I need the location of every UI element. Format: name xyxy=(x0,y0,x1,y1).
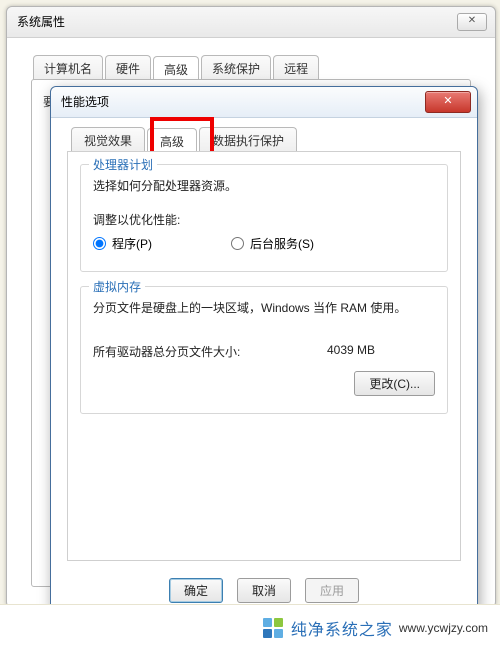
performance-options-title: 性能选项 xyxy=(61,95,109,109)
brand-logo-icon xyxy=(263,618,283,638)
radio-programs[interactable]: 程序(P) xyxy=(93,235,152,252)
optimize-label: 调整以优化性能: xyxy=(93,211,180,228)
performance-options-close-button[interactable]: ✕ xyxy=(425,91,471,113)
cancel-button[interactable]: 取消 xyxy=(237,578,291,603)
radio-background-input[interactable] xyxy=(231,237,244,250)
vm-total-label: 所有驱动器总分页文件大小: xyxy=(93,343,240,360)
close-icon: ✕ xyxy=(468,15,476,26)
system-properties-titlebar[interactable]: 系统属性 ✕ xyxy=(7,7,495,38)
radio-background[interactable]: 后台服务(S) xyxy=(231,235,314,252)
performance-options-titlebar[interactable]: 性能选项 ✕ xyxy=(51,87,477,118)
radio-programs-input[interactable] xyxy=(93,237,106,250)
radio-programs-label: 程序(P) xyxy=(112,235,152,252)
radio-background-label: 后台服务(S) xyxy=(250,235,314,252)
change-button[interactable]: 更改(C)... xyxy=(354,371,435,396)
system-properties-close-button[interactable]: ✕ xyxy=(457,13,487,31)
close-icon: ✕ xyxy=(443,95,452,107)
apply-button[interactable]: 应用 xyxy=(305,578,359,603)
ok-button[interactable]: 确定 xyxy=(169,578,223,603)
vm-total-value: 4039 MB xyxy=(327,343,375,357)
performance-options-window: 性能选项 ✕ 视觉效果 高级 数据执行保护 处理器计划 选择如何分配处理器资源。… xyxy=(50,86,478,614)
group-processor-scheduling: 处理器计划 选择如何分配处理器资源。 调整以优化性能: 程序(P) 后台服务(S… xyxy=(80,164,448,272)
vm-desc: 分页文件是硬盘上的一块区域，Windows 当作 RAM 使用。 xyxy=(93,299,435,317)
group-vm-legend: 虚拟内存 xyxy=(89,278,145,295)
performance-options-footer: 确定 取消 应用 xyxy=(51,578,477,603)
brand-url: www.ycwjzy.com xyxy=(399,621,488,635)
group-virtual-memory: 虚拟内存 分页文件是硬盘上的一块区域，Windows 当作 RAM 使用。 所有… xyxy=(80,286,448,414)
performance-options-body: 处理器计划 选择如何分配处理器资源。 调整以优化性能: 程序(P) 后台服务(S… xyxy=(67,151,461,561)
brand-name: 纯净系统之家 xyxy=(291,616,393,640)
group-processor-legend: 处理器计划 xyxy=(89,156,157,173)
system-properties-title: 系统属性 xyxy=(17,15,65,29)
watermark-bar: 纯净系统之家 www.ycwjzy.com xyxy=(0,604,500,651)
processor-desc: 选择如何分配处理器资源。 xyxy=(93,177,237,194)
